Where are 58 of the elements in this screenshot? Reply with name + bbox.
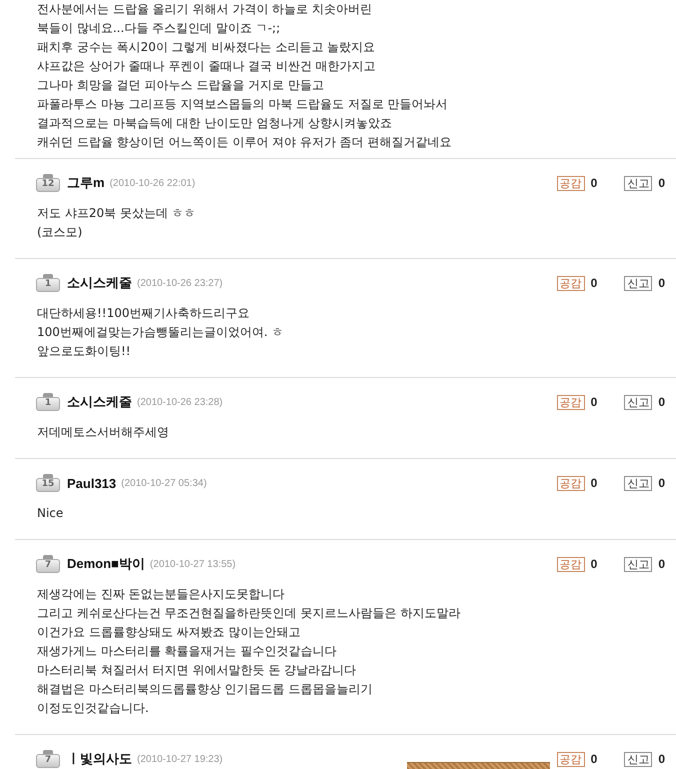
empathy-count: 0: [590, 276, 598, 290]
comment-text-line: 이건가요 드롭률향상돼도 싸져봤죠 많이는안돼고: [37, 624, 302, 641]
comment-date: (2010-10-27 19:23): [137, 754, 223, 764]
comment-text-line: 제생각에는 진짜 돈없는분들은사지도못합니다: [37, 586, 286, 603]
report-button[interactable]: 신고: [624, 476, 652, 490]
report-button[interactable]: 신고: [624, 276, 652, 290]
comment-text-line: 앞으로도화이팅!!: [37, 343, 132, 360]
empathy-count: 0: [590, 395, 598, 409]
comment-text-line: 100번째에걸맞는가슴뺑뚤리는글이었어여. ㅎ: [37, 324, 285, 341]
report-button[interactable]: 신고: [624, 394, 652, 410]
comment-author: Demon■박이: [67, 555, 145, 573]
empathy-button[interactable]: 공감: [556, 276, 585, 290]
report-count: 0: [658, 176, 665, 190]
report-count: 0: [658, 395, 665, 409]
comment-date: (2010-10-26 23:27): [137, 278, 223, 288]
comment-text-line: 재생가게느 마스터리를 확률을재거는 필수인것같습니다: [37, 643, 338, 660]
comment-text-line: Nice: [37, 505, 64, 522]
comment-author: Paul313: [67, 476, 116, 490]
report-button[interactable]: 신고: [624, 556, 652, 572]
report-count: 0: [658, 276, 665, 290]
post-text-line: 전사분에서는 드랍율 올리기 위해서 가격이 하늘로 치솟아버린: [37, 1, 373, 18]
empathy-button[interactable]: 공감: [556, 176, 585, 190]
comment-date: (2010-10-27 05:34): [121, 478, 207, 488]
comment-text-line: 마스터리북 쳐질러서 터지면 위에서말한듯 돈 걍날라감니다: [37, 662, 358, 679]
empathy-button[interactable]: 공감: [556, 476, 585, 490]
comment-text-line: 이정도인것같습니다.: [37, 700, 150, 717]
comment-date: (2010-10-26 23:28): [137, 396, 223, 408]
post-text-line: 북들이 많네요...다들 주스킬인데 말이죠 ㄱ-;;: [37, 20, 282, 37]
empathy-button[interactable]: 공감: [556, 394, 585, 410]
comment-text-line: 저데메토스서버해주세영: [37, 424, 170, 441]
post-text-line: 샤프값은 상어가 줄때나 푸켄이 줄때나 결국 비싼건 매한가지고: [37, 58, 377, 75]
comment-text-line: 저도 샤프20북 못샀는데 ㅎㅎ: [37, 205, 197, 222]
report-button[interactable]: 신고: [624, 752, 652, 766]
empathy-button[interactable]: 공감: [556, 556, 585, 572]
empathy-button[interactable]: 공감: [556, 752, 585, 766]
empathy-count: 0: [590, 557, 598, 571]
empathy-count: 0: [590, 176, 598, 190]
post-text-line: 파풀라투스 마뇽 그리프등 지역보스몹들의 마북 드랍율도 저질로 만들어놔서: [37, 96, 449, 113]
comment-date: (2010-10-27 13:55): [150, 558, 236, 570]
comment-text-line: (코스모): [37, 224, 84, 241]
comment-author: 소시스케줄: [67, 393, 132, 411]
report-count: 0: [658, 752, 665, 766]
report-button[interactable]: 신고: [624, 176, 652, 190]
empathy-count: 0: [590, 476, 598, 490]
empathy-count: 0: [590, 752, 598, 766]
post-text-line: 결과적으로는 마북습득에 대한 난이도만 엄청나게 상향시켜놓았죠: [37, 115, 394, 132]
comment-author: ㅣ빛의사도: [67, 750, 132, 768]
report-count: 0: [658, 476, 665, 490]
post-text-line: 패치후 궁수는 폭시20이 그렇게 비싸졌다는 소리듣고 놀랐지요: [37, 39, 376, 56]
comment-text-line: 대단하세용!!100번째기사축하드리구요: [37, 305, 251, 322]
comment-author: 소시스케줄: [67, 274, 132, 292]
comment-text-line: 해결법은 마스터리북의드롭률향상 인기몹드롭 드롭몹을늘리기: [37, 681, 374, 698]
post-text-line: 그나마 희망을 걸던 피아누스 드랍율을 거지로 만들고: [37, 77, 325, 94]
report-count: 0: [658, 557, 665, 571]
comment-date: (2010-10-26 22:01): [110, 178, 196, 188]
comment-text-line: 그리고 케쉬로산다는건 무조건현질을하란뜻인데 못지르느사람들은 하지도말라: [37, 605, 462, 622]
comment-author: 그루m: [67, 174, 105, 192]
post-text-line: 캐쉬던 드랍율 향상이던 어느쪽이든 이루어 져야 유저가 좀더 편해질거같네요: [37, 134, 453, 151]
